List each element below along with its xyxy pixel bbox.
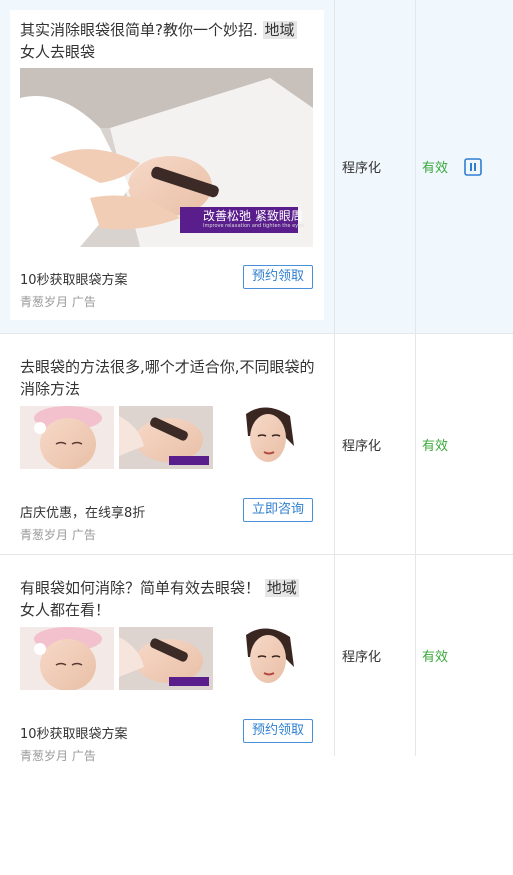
cta-button[interactable]: 预约领取	[242, 719, 313, 743]
ad-thumbnail	[218, 406, 312, 469]
ad-preview-cell: 去眼袋的方法很多,哪个才适合你,不同眼袋的消除方法 店庆优惠，在线享8折 立即咨…	[0, 334, 335, 554]
ad-card: 有眼袋如何消除？简单有效去眼袋！ 地域 女人都在看！ 10秒获取眼袋方案 预约领…	[10, 565, 324, 875]
region-tag: 地域	[262, 21, 297, 39]
ad-description: 店庆优惠，在线享8折	[20, 506, 146, 521]
status-badge: 有效	[422, 438, 449, 454]
ad-thumbnail	[119, 627, 213, 690]
delivery-type-cell: 程序化	[335, 0, 416, 333]
ad-description: 10秒获取眼袋方案	[20, 727, 128, 742]
status-cell: 有效	[416, 555, 513, 756]
cta-button[interactable]: 立即咨询	[242, 498, 313, 522]
delivery-type-cell: 程序化	[335, 334, 416, 554]
delivery-type-cell: 程序化	[335, 555, 416, 756]
status-badge: 有效	[422, 161, 449, 176]
ad-table: 其实消除眼袋很简单?教你一个妙招. 地域 女人去眼袋 改善松弛 紧致眼周 Imp…	[0, 0, 513, 763]
ad-main-image: 改善松弛 紧致眼周 Improve relaxation and tighten…	[20, 68, 313, 247]
ad-row[interactable]: 去眼袋的方法很多,哪个才适合你,不同眼袋的消除方法 店庆优惠，在线享8折 立即咨…	[0, 334, 513, 555]
ad-title: 其实消除眼袋很简单?教你一个妙招. 地域 女人去眼袋	[20, 19, 316, 63]
ad-thumbnail	[20, 627, 114, 690]
image-overlay-subtext: Improve relaxation and tighten the eyes	[203, 223, 304, 229]
advertiser-label: 青葱岁月 广告	[20, 528, 96, 542]
ad-title-text: 有眼袋如何消除？简单有效去眼袋！	[20, 579, 261, 597]
status-badge: 有效	[422, 650, 449, 665]
ad-preview-cell: 有眼袋如何消除？简单有效去眼袋！ 地域 女人都在看！ 10秒获取眼袋方案 预约领…	[0, 555, 335, 763]
ad-card: 其实消除眼袋很简单?教你一个妙招. 地域 女人去眼袋 改善松弛 紧致眼周 Imp…	[10, 10, 324, 320]
status-cell: 有效	[416, 0, 513, 333]
ad-thumbnails	[20, 406, 313, 469]
ad-title-text: 其实消除眼袋很简单?教你一个妙招.	[20, 21, 258, 39]
ad-row[interactable]: 其实消除眼袋很简单?教你一个妙招. 地域 女人去眼袋 改善松弛 紧致眼周 Imp…	[0, 0, 513, 334]
advertiser-label: 青葱岁月 广告	[20, 295, 96, 309]
ad-thumbnail	[218, 627, 312, 690]
ad-row[interactable]: 有眼袋如何消除？简单有效去眼袋！ 地域 女人都在看！ 10秒获取眼袋方案 预约领…	[0, 555, 513, 763]
ad-title-text-cont: 女人都在看！	[20, 601, 111, 619]
image-overlay-text: 改善松弛 紧致眼周	[203, 209, 303, 223]
ad-thumbnails	[20, 627, 313, 690]
delivery-type: 程序化	[342, 650, 382, 665]
ad-thumbnail	[119, 406, 213, 469]
ad-title-text-cont: 女人去眼袋	[20, 43, 96, 61]
ad-preview-cell: 其实消除眼袋很简单?教你一个妙招. 地域 女人去眼袋 改善松弛 紧致眼周 Imp…	[0, 0, 335, 333]
status-cell: 有效	[416, 334, 513, 554]
ad-thumbnail	[20, 406, 114, 469]
pause-icon[interactable]	[464, 157, 482, 176]
ad-description: 10秒获取眼袋方案	[20, 273, 128, 288]
delivery-type: 程序化	[342, 438, 382, 454]
ad-title: 去眼袋的方法很多,哪个才适合你,不同眼袋的消除方法	[20, 358, 315, 398]
delivery-type: 程序化	[342, 161, 382, 176]
ad-title: 有眼袋如何消除？简单有效去眼袋！ 地域 女人都在看！	[20, 577, 316, 621]
region-tag: 地域	[264, 579, 299, 597]
cta-button[interactable]: 预约领取	[242, 265, 313, 289]
